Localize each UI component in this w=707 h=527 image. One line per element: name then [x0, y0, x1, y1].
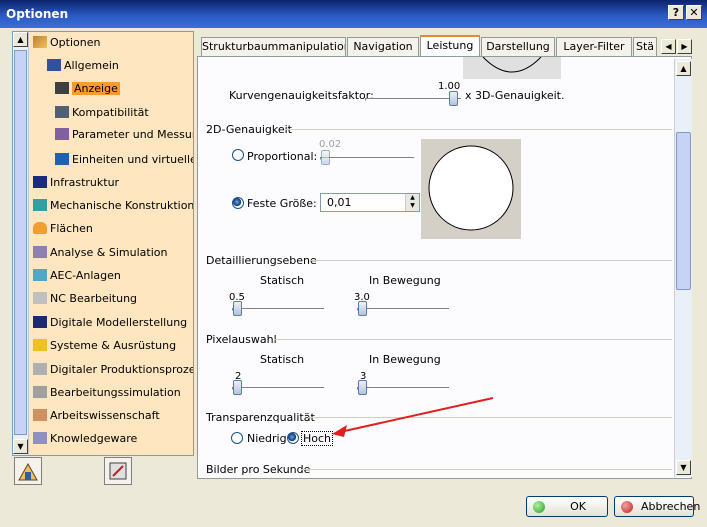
tree-scroll-down-icon[interactable]: ▼: [13, 439, 28, 454]
tab-navigation[interactable]: Navigation: [347, 37, 419, 57]
tree-item-label: Analyse & Simulation: [50, 246, 168, 259]
tab-strukturbaummanipulation[interactable]: Strukturbaummanipulation: [201, 37, 346, 57]
knowledgeware-icon: [33, 432, 47, 444]
tree-item-label: AEC-Anlagen: [50, 269, 121, 282]
parameters-icon: [55, 128, 69, 140]
tree-item-label: Knowledgeware: [50, 432, 138, 445]
tree-item-label: Mechanische Konstruktion: [50, 199, 194, 212]
close-button[interactable]: ✕: [686, 5, 702, 20]
tree-item-label: Digitaler Produktionsprozess: [50, 363, 194, 376]
tree-item-aec-anlagen[interactable]: AEC-Anlagen: [33, 269, 121, 287]
ok-label: OK: [570, 500, 586, 513]
content-scrollbar[interactable]: ▲ ▼: [674, 59, 692, 477]
tree-item-label: Allgemein: [64, 59, 119, 72]
tree-scroll-thumb[interactable]: [14, 50, 27, 435]
tab-darstellung[interactable]: Darstellung: [481, 37, 555, 57]
tree-item-knowledgeware[interactable]: Knowledgeware: [33, 432, 137, 450]
mechanical-design-icon: [33, 199, 47, 211]
scroll-up-icon[interactable]: ▲: [676, 61, 691, 76]
ok-icon: [533, 501, 545, 513]
tree-item-bearbeitungssimulation[interactable]: Bearbeitungssimulation: [33, 386, 181, 404]
tree-item-flaechen[interactable]: Flächen: [33, 222, 93, 240]
tab-scroll-right-icon[interactable]: ▶: [677, 39, 692, 54]
window-title: Optionen: [6, 7, 69, 21]
tree-item-kompatibilitaet[interactable]: Kompatibilität: [55, 106, 149, 124]
leistung-panel: Kurvengenauigkeitsfaktor: 1.00 x 3D-Gena…: [197, 56, 692, 479]
tree-root-label: Optionen: [50, 36, 101, 49]
tree-item-label: Anzeige: [72, 82, 120, 95]
tree-scrollbar[interactable]: ▲ ▼: [13, 32, 29, 455]
units-icon: [55, 153, 69, 165]
title-bar: Optionen ? ✕: [0, 0, 707, 28]
tab-bar: Strukturbaummanipulation Navigation Leis…: [197, 35, 697, 58]
tree-item-label: Kompatibilität: [72, 106, 149, 119]
aec-plant-icon: [33, 269, 47, 281]
tree-item-label: Systeme & Ausrüstung: [50, 339, 177, 352]
digital-mockup-icon: [33, 316, 47, 328]
tree-item-digitaler-produktionsprozess[interactable]: Digitaler Produktionsprozess: [33, 363, 194, 381]
infrastructure-icon: [33, 176, 47, 188]
tab-truncated[interactable]: Stä: [633, 37, 657, 57]
general-icon: [47, 59, 61, 71]
tree-item-infrastruktur[interactable]: Infrastruktur: [33, 176, 119, 194]
tree-item-label: Bearbeitungssimulation: [50, 386, 181, 399]
options-root-icon: [33, 36, 47, 48]
nc-machining-icon: [33, 292, 47, 304]
surfaces-icon: [33, 222, 47, 234]
tree-item-einheiten[interactable]: Einheiten und virtuelle Re: [55, 153, 194, 171]
equipment-icon: [33, 339, 47, 351]
display-icon: [55, 82, 69, 94]
ergonomics-icon: [33, 409, 47, 421]
cancel-icon: [621, 501, 633, 513]
help-button[interactable]: ?: [668, 5, 684, 20]
tree-item-label: Flächen: [50, 222, 93, 235]
tree-item-anzeige[interactable]: Anzeige: [55, 82, 120, 100]
ok-button[interactable]: OK: [526, 496, 608, 517]
cancel-label: Abbrechen: [641, 500, 701, 513]
tree-item-label: NC Bearbeitung: [50, 292, 138, 305]
tree-item-label: Arbeitswissenschaft: [50, 409, 160, 422]
tab-layer-filter[interactable]: Layer-Filter: [556, 37, 632, 57]
tree-root-optionen[interactable]: Optionen: [33, 36, 100, 54]
compatibility-icon: [55, 106, 69, 118]
reset-settings-icon[interactable]: [14, 457, 42, 485]
lock-settings-icon[interactable]: [104, 457, 132, 485]
tree-item-label: Einheiten und virtuelle Re: [72, 153, 194, 166]
scroll-down-icon[interactable]: ▼: [676, 460, 691, 475]
tree-item-parameter[interactable]: Parameter und Messungen: [55, 128, 193, 146]
tree-item-mechanische-konstruktion[interactable]: Mechanische Konstruktion: [33, 199, 194, 217]
tree-item-arbeitswissenschaft[interactable]: Arbeitswissenschaft: [33, 409, 160, 427]
content-scroll-thumb[interactable]: [676, 132, 691, 290]
analysis-icon: [33, 246, 47, 258]
tree-item-digitale-modellerstellung[interactable]: Digitale Modellerstellung: [33, 316, 187, 334]
tree-item-allgemein[interactable]: Allgemein: [47, 59, 119, 77]
tree-scroll-up-icon[interactable]: ▲: [13, 32, 28, 47]
tree-item-nc-bearbeitung[interactable]: NC Bearbeitung: [33, 292, 137, 310]
production-process-icon: [33, 363, 47, 375]
annotation-arrow: [332, 397, 494, 437]
tree-item-label: Infrastruktur: [50, 176, 120, 189]
cancel-button[interactable]: Abbrechen: [614, 496, 701, 517]
tree-item-label: Digitale Modellerstellung: [50, 316, 188, 329]
tab-leistung[interactable]: Leistung: [420, 35, 480, 58]
tree-item-analyse-simulation[interactable]: Analyse & Simulation: [33, 246, 167, 264]
tree-item-systeme-ausruestung[interactable]: Systeme & Ausrüstung: [33, 339, 176, 357]
options-tree[interactable]: ▲ ▼ Optionen Allgemein Anzeige Kompatibi…: [12, 31, 194, 456]
machining-simulation-icon: [33, 386, 47, 398]
tree-item-label: Parameter und Messungen: [72, 128, 193, 141]
tab-scroll-left-icon[interactable]: ◀: [661, 39, 676, 54]
